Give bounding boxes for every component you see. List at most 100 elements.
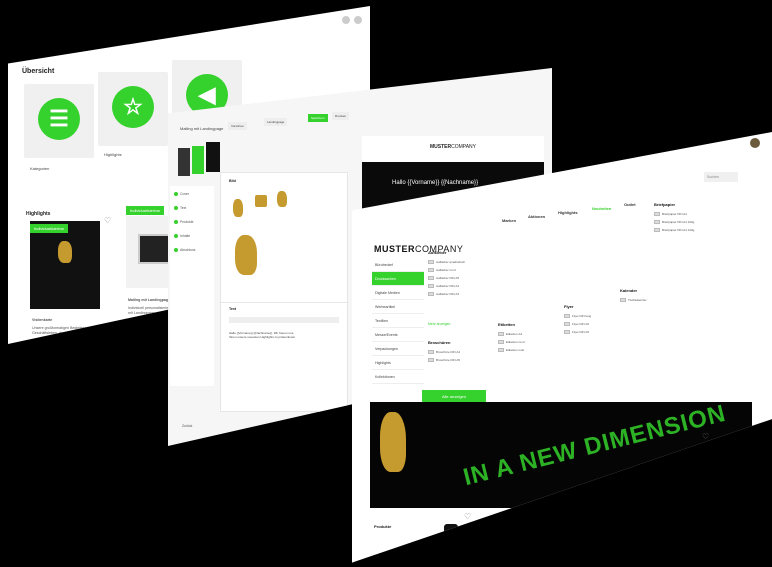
star-icon: ☆ — [112, 86, 154, 128]
nav-sale[interactable]: Aktionen — [528, 214, 545, 219]
list-icon: ☰ — [38, 98, 80, 140]
gold-astronaut-image — [380, 412, 406, 472]
product-thumbnail[interactable] — [492, 516, 506, 536]
image-option-1[interactable] — [233, 199, 243, 217]
image-option-2[interactable] — [255, 195, 267, 207]
column-head[interactable]: Etiketten — [498, 322, 515, 327]
badge-individualisierbar-2: Individualisierbar — [126, 206, 165, 215]
menu-item[interactable]: Digitale Medien — [372, 286, 424, 300]
toolbar-landingpage-button[interactable]: Landingpage — [264, 118, 288, 126]
toolbar-save-button[interactable]: Speichern — [308, 114, 328, 122]
product-thumbnail[interactable] — [640, 476, 658, 494]
window-minimize-icon[interactable] — [342, 16, 350, 24]
product-thumbnail[interactable] — [444, 524, 458, 544]
menu-item[interactable]: Verpackungen — [372, 342, 424, 356]
back-button[interactable]: Zurück — [182, 424, 192, 428]
menu-item[interactable]: Werbeartikel — [372, 300, 424, 314]
image-editor-section: Bild — [220, 172, 348, 304]
text-body-input[interactable]: Hallo {{Vorname}} {{Nachname}}, Wir freu… — [229, 331, 299, 340]
more-link[interactable]: Mehr anzeigen — [428, 322, 450, 326]
nav-new[interactable]: Neuheiten — [592, 206, 611, 211]
highlight-card-business[interactable] — [30, 221, 100, 309]
column-head[interactable]: Aufkleber — [428, 250, 446, 255]
column-item[interactable]: Briefpapier DIN A4 120g — [654, 228, 694, 232]
thumb-selected[interactable] — [192, 146, 204, 174]
search-input[interactable]: Suchen — [704, 172, 738, 182]
column-item[interactable]: Etiketten rund — [498, 340, 525, 344]
products-heading: Produkte — [374, 524, 392, 529]
overview-title: Übersicht — [22, 68, 55, 75]
tile-highlights[interactable]: ☆ — [98, 72, 168, 146]
hero-banner: IN A NEW DIMENSION — [370, 400, 752, 508]
shop-logo[interactable]: MUSTERCOMPANY — [374, 244, 463, 254]
column-item[interactable]: Broschüre DIN A5 — [428, 358, 460, 362]
mail-greeting: Hallo {{Vorname}} {{Nachname}} — [392, 180, 479, 186]
heart-icon[interactable]: ♡ — [464, 512, 471, 521]
column-item[interactable]: Aufkleber DIN A4 — [428, 284, 459, 288]
toolbar-preview-button[interactable]: Vorschau — [228, 122, 247, 130]
product-thumbnail[interactable] — [536, 506, 548, 528]
column-head[interactable]: Kalender — [620, 288, 637, 293]
column-item[interactable]: Broschüre DIN A4 — [428, 350, 460, 354]
highlights-heading: Highlights — [26, 211, 51, 217]
column-item[interactable]: Flyer DIN lang — [564, 314, 591, 318]
category-menu: Bürobedarf Drucksachen Digitale Medien W… — [372, 258, 424, 384]
badge-individualisierbar: Individualisierbar — [30, 224, 69, 233]
editor-sidebar: Cover Text Produkte Inhalte Abschluss — [170, 186, 214, 386]
menu-item[interactable]: Messe/Events — [372, 328, 424, 342]
heart-icon[interactable]: ♡ — [702, 432, 709, 441]
text-section-label: Text — [229, 307, 237, 311]
text-editor-section: Text Hallo {{Vorname}} {{Nachname}}, Wir… — [220, 302, 348, 412]
side-item-content[interactable]: Inhalte — [174, 234, 190, 238]
heart-icon[interactable]: ♡ — [614, 472, 621, 481]
card-text-business: Unsere großformatigen Begleiter im Gesch… — [32, 326, 89, 335]
thumb-black[interactable] — [206, 142, 220, 172]
avatar[interactable] — [750, 138, 760, 148]
column-item[interactable]: Aufkleber rund — [428, 268, 456, 272]
column-item[interactable]: Briefpapier DIN A4 — [654, 212, 687, 216]
rich-text-toolbar[interactable] — [229, 317, 339, 323]
heart-icon[interactable]: ♡ — [104, 216, 111, 225]
column-item[interactable]: Aufkleber DIN A3 — [428, 292, 459, 296]
tile-label-categories: Kategorien — [30, 166, 50, 171]
image-section-label: Bild — [229, 179, 236, 183]
card-title-mailing: Mailing mit Landingpage — [128, 298, 171, 302]
menu-item[interactable]: Bürobedarf — [372, 258, 424, 272]
nav-brands[interactable]: Marken — [502, 218, 516, 223]
menu-item[interactable]: Textilien — [372, 314, 424, 328]
image-option-3[interactable] — [277, 191, 287, 207]
thumb-dark[interactable] — [178, 148, 190, 176]
toolbar-print-button[interactable]: Drucken — [332, 112, 350, 120]
side-item-cover[interactable]: Cover — [174, 192, 189, 196]
column-item[interactable]: Etiketten A4 — [498, 332, 522, 336]
column-item[interactable]: Flyer DIN A5 — [564, 330, 589, 334]
card-title-business: Visitenkarte — [32, 318, 53, 322]
side-item-products[interactable]: Produkte — [174, 220, 194, 224]
product-thumbnail[interactable] — [682, 462, 698, 478]
column-item[interactable]: Aufkleber quadratisch — [428, 260, 465, 264]
product-thumbnail[interactable] — [584, 492, 602, 510]
nav-highlights[interactable]: Highlights — [558, 210, 578, 215]
tile-categories[interactable]: ☰ — [24, 84, 94, 158]
selected-image-preview — [235, 235, 257, 275]
column-item[interactable]: Flyer DIN A6 — [564, 322, 589, 326]
column-item[interactable]: Briefpapier DIN A4 100g — [654, 220, 694, 224]
window-close-icon[interactable] — [354, 16, 362, 24]
nav-outlet[interactable]: Outlet — [624, 202, 636, 207]
menu-item[interactable]: Kollektionen — [372, 370, 424, 384]
side-item-text[interactable]: Text — [174, 206, 186, 210]
mail-logo: MUSTERCOMPANY — [429, 144, 477, 150]
all-products-button[interactable]: Alle anzeigen — [422, 390, 486, 402]
perspective-scene: Übersicht ☰ Kategorien ☆ Highlights ◀ Hi… — [0, 0, 772, 567]
column-head[interactable]: Broschüren — [428, 340, 450, 345]
menu-item-active[interactable]: Drucksachen — [372, 272, 424, 286]
side-item-closing[interactable]: Abschluss — [174, 248, 195, 252]
column-head[interactable]: Briefpapier — [654, 202, 675, 207]
column-item[interactable]: Tischkalender — [620, 298, 647, 302]
column-head[interactable]: Flyer — [564, 304, 574, 309]
editor-title: Mailing mit Landingpage — [180, 126, 224, 131]
column-item[interactable]: Etiketten oval — [498, 348, 524, 352]
menu-item[interactable]: Highlights — [372, 356, 424, 370]
gold-figure-image — [58, 241, 72, 263]
column-item[interactable]: Aufkleber DIN A5 — [428, 276, 459, 280]
